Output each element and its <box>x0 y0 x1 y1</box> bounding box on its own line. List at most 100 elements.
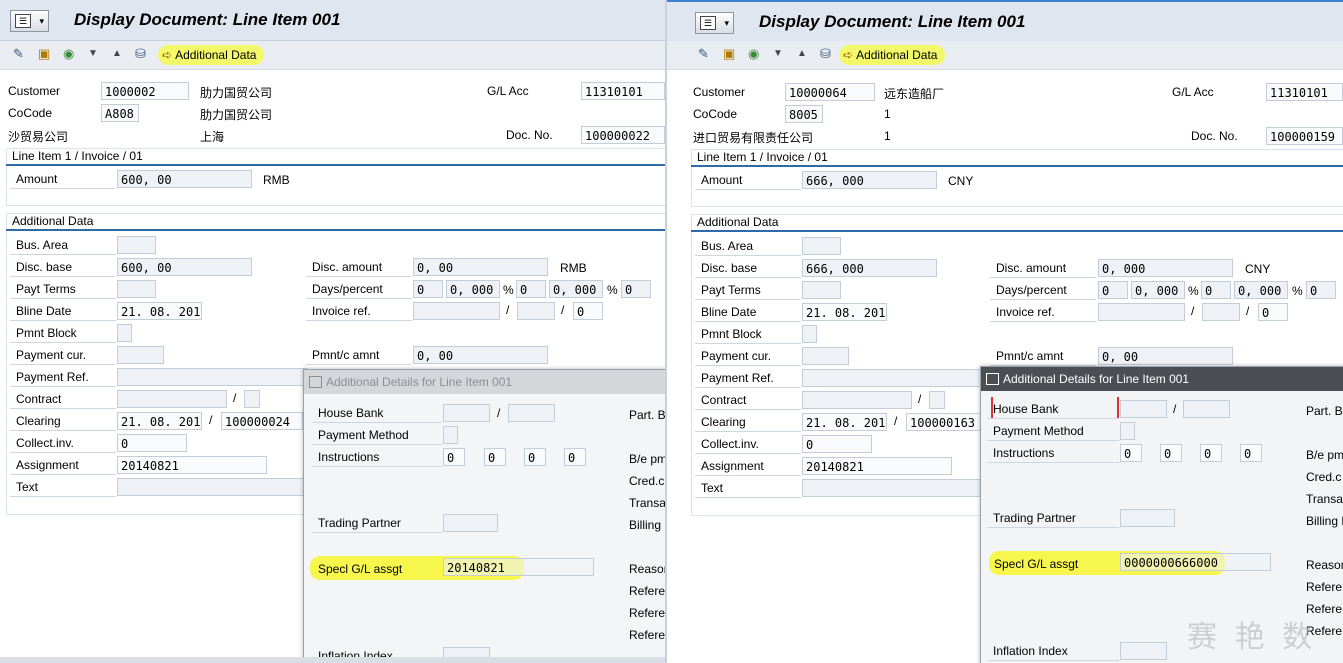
disc-amount-field[interactable]: 0, 00 <box>413 258 548 276</box>
invoice-ref-field[interactable] <box>1098 303 1185 321</box>
display-change-icon[interactable]: ✎ <box>13 47 24 61</box>
bline-date-field[interactable]: 21. 08. 2014 <box>802 303 887 321</box>
clearing-date-field[interactable]: 21. 08. 2014 <box>117 412 202 430</box>
instruction1-field[interactable]: 0 <box>1120 444 1142 462</box>
assignment-field[interactable]: 20140821 <box>117 456 267 474</box>
doc-no-field[interactable]: 100000159 <box>1266 127 1343 145</box>
display-change-icon[interactable]: ✎ <box>698 47 709 61</box>
invoice-ref-item-field[interactable]: 0 <box>1258 303 1288 321</box>
days3-field[interactable]: 0 <box>1306 281 1336 299</box>
days1-field[interactable]: 0 <box>413 280 443 298</box>
watermark: 赛 艳 数 <box>1187 620 1317 655</box>
contract-type-field[interactable] <box>929 391 945 409</box>
amount-field[interactable]: 666, 000 <box>802 171 937 189</box>
left-additional-data-button[interactable]: ➪ Additional Data <box>158 45 265 65</box>
previous-item-icon[interactable]: ▲ <box>112 47 122 61</box>
cocode-name: 肋力国贸公司 <box>200 108 273 122</box>
clearing-date-field[interactable]: 21. 08. 2014 <box>802 413 887 431</box>
right-system-menu-button[interactable]: ☰ ▾ <box>695 12 734 34</box>
instruction3-field[interactable]: 0 <box>1200 444 1222 462</box>
invoice-ref-item-field[interactable]: 0 <box>573 302 603 320</box>
contract-field[interactable] <box>117 390 227 408</box>
bline-date-field[interactable]: 21. 08. 2014 <box>117 302 202 320</box>
left-dialog-title-bar[interactable]: Additional Details for Line Item 001 <box>304 370 665 394</box>
left-system-menu-button[interactable]: ☰ ▾ <box>10 10 49 32</box>
amount-field[interactable]: 600, 00 <box>117 170 252 188</box>
instruction4-field[interactable]: 0 <box>564 448 586 466</box>
disc-amount-field[interactable]: 0, 000 <box>1098 259 1233 277</box>
dropdown-icon[interactable]: ▼ <box>88 47 98 61</box>
invoice-ref-year-field[interactable] <box>1202 303 1240 321</box>
payment-method-field[interactable] <box>443 426 458 444</box>
pmnt-amnt-field[interactable]: 0, 00 <box>1098 347 1233 365</box>
invoice-ref-field[interactable] <box>413 302 500 320</box>
instruction2-field[interactable]: 0 <box>484 448 506 466</box>
disc-base-field[interactable]: 666, 000 <box>802 259 937 277</box>
reference1-label: Refere <box>629 584 665 598</box>
days3-field[interactable]: 0 <box>621 280 651 298</box>
collect-inv-field[interactable]: 0 <box>802 435 872 453</box>
instruction3-field[interactable]: 0 <box>524 448 546 466</box>
invoice-ref-year-field[interactable] <box>517 302 555 320</box>
days2-field[interactable]: 0 <box>516 280 546 298</box>
percent2-field[interactable]: 0, 000 <box>1234 281 1288 299</box>
instruction1-field[interactable]: 0 <box>443 448 465 466</box>
overview-icon[interactable]: ⛁ <box>135 47 146 61</box>
document-icon[interactable]: ▣ <box>38 47 50 61</box>
bus-area-field[interactable] <box>117 236 156 254</box>
customer-field[interactable]: 1000002 <box>101 82 189 100</box>
inflation-index-field[interactable] <box>1120 642 1167 660</box>
doc-no-field[interactable]: 100000022 <box>581 126 665 144</box>
instruction4-field[interactable]: 0 <box>1240 444 1262 462</box>
right-additional-data-button[interactable]: ➪ Additional Data <box>839 45 946 65</box>
pmnt-block-field[interactable] <box>802 325 817 343</box>
specl-gl-field[interactable]: 0000000666000 <box>1120 553 1271 571</box>
pmnt-amnt-field[interactable]: 0, 00 <box>413 346 548 364</box>
contract-type-field[interactable] <box>244 390 260 408</box>
customer-field[interactable]: 10000064 <box>785 83 875 101</box>
payment-cur-field[interactable] <box>802 347 849 365</box>
right-toolbar: ✎ ▣ ◉ ▼ ▲ ⛁ ➪ Additional Data <box>667 41 1343 70</box>
house-bank-field[interactable] <box>443 404 490 422</box>
city-text: 上海 <box>200 130 225 144</box>
payment-ref-field[interactable] <box>117 368 307 386</box>
text-field[interactable] <box>117 478 307 496</box>
contract-field[interactable] <box>802 391 912 409</box>
house-bank-field[interactable] <box>1120 400 1167 418</box>
trading-partner-field[interactable] <box>1120 509 1175 527</box>
payment-method-field[interactable] <box>1120 422 1135 440</box>
account-id-field[interactable] <box>1183 400 1230 418</box>
percent1-field[interactable]: 0, 000 <box>1131 281 1185 299</box>
gl-acc-field[interactable]: 11310101 <box>1266 83 1343 101</box>
percent2-field[interactable]: 0, 000 <box>549 280 603 298</box>
clearing-doc-field[interactable]: 100000163 <box>906 413 982 431</box>
trading-partner-field[interactable] <box>443 514 498 532</box>
account-id-field[interactable] <box>508 404 555 422</box>
environment-icon[interactable]: ◉ <box>63 47 74 61</box>
payment-ref-field[interactable] <box>802 369 987 387</box>
percent1-field[interactable]: 0, 000 <box>446 280 500 298</box>
assignment-field[interactable]: 20140821 <box>802 457 952 475</box>
days1-field[interactable]: 0 <box>1098 281 1128 299</box>
cocode-field[interactable]: A808 <box>101 104 139 122</box>
bus-area-field[interactable] <box>802 237 841 255</box>
right-dialog-title-bar[interactable]: Additional Details for Line Item 001 <box>981 367 1343 391</box>
document-icon[interactable]: ▣ <box>723 47 735 61</box>
text-field[interactable] <box>802 479 987 497</box>
cocode-field[interactable]: 8005 <box>785 105 823 123</box>
specl-gl-field[interactable]: 20140821 <box>443 558 594 576</box>
clearing-doc-field[interactable]: 100000024 <box>221 412 303 430</box>
payment-cur-field[interactable] <box>117 346 164 364</box>
previous-item-icon[interactable]: ▲ <box>797 47 807 61</box>
gl-acc-field[interactable]: 11310101 <box>581 82 665 100</box>
pmnt-block-field[interactable] <box>117 324 132 342</box>
disc-base-field[interactable]: 600, 00 <box>117 258 252 276</box>
instruction2-field[interactable]: 0 <box>1160 444 1182 462</box>
overview-icon[interactable]: ⛁ <box>820 47 831 61</box>
environment-icon[interactable]: ◉ <box>748 47 759 61</box>
payt-terms-field[interactable] <box>117 280 156 298</box>
payt-terms-field[interactable] <box>802 281 841 299</box>
days2-field[interactable]: 0 <box>1201 281 1231 299</box>
dropdown-icon[interactable]: ▼ <box>773 47 783 61</box>
collect-inv-field[interactable]: 0 <box>117 434 187 452</box>
